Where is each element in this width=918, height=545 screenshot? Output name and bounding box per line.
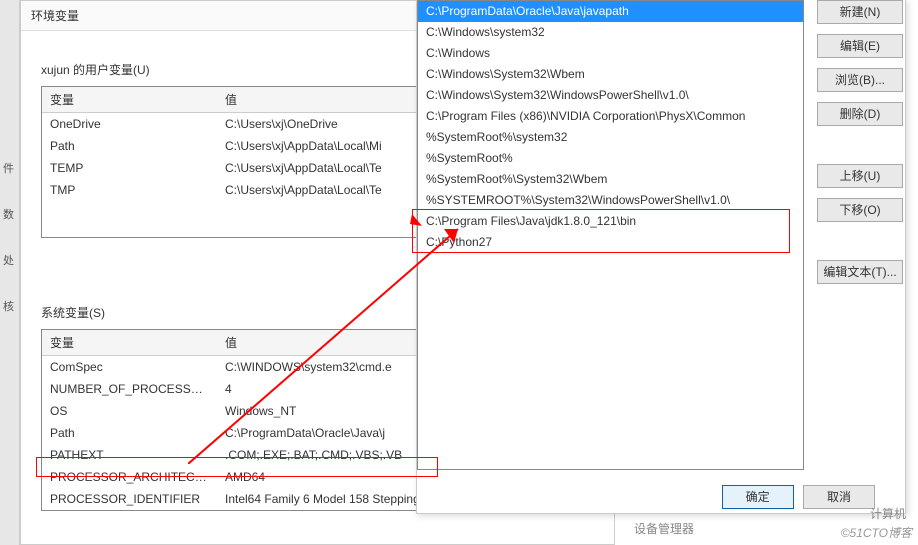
path-list-item[interactable]: C:\Python27 — [418, 232, 803, 253]
path-list-item[interactable]: %SYSTEMROOT%\System32\WindowsPowerShell\… — [418, 190, 803, 211]
path-list-item[interactable]: C:\Windows — [418, 43, 803, 64]
cell-var: PATHEXT — [42, 444, 217, 466]
path-list-item[interactable]: C:\Windows\system32 — [418, 22, 803, 43]
path-list-item[interactable]: C:\ProgramData\Oracle\Java\javapath — [418, 1, 803, 22]
new-button[interactable]: 新建(N) — [817, 0, 903, 24]
cell-var: Path — [42, 422, 217, 444]
col-var[interactable]: 变量 — [42, 330, 217, 356]
path-list-item[interactable]: %SystemRoot%\System32\Wbem — [418, 169, 803, 190]
cell-var: ComSpec — [42, 356, 217, 379]
col-var[interactable]: 变量 — [42, 87, 217, 113]
edit-text-button[interactable]: 编辑文本(T)... — [817, 260, 903, 284]
path-list-item[interactable]: %SystemRoot%\system32 — [418, 127, 803, 148]
path-list-item[interactable]: C:\Program Files (x86)\NVIDIA Corporatio… — [418, 106, 803, 127]
cell-var: OneDrive — [42, 113, 217, 136]
cell-var: PROCESSOR_ARCHITECTU... — [42, 466, 217, 488]
path-list[interactable]: C:\ProgramData\Oracle\Java\javapathC:\Wi… — [417, 0, 804, 470]
path-editor-popup: C:\ProgramData\Oracle\Java\javapathC:\Wi… — [416, 0, 906, 514]
watermark: ©51CTO博客 — [841, 524, 912, 541]
path-list-item[interactable]: C:\Windows\System32\Wbem — [418, 64, 803, 85]
cell-var: Path — [42, 135, 217, 157]
left-strip: 件 数 处 核 — [0, 0, 20, 545]
cell-var: PROCESSOR_IDENTIFIER — [42, 488, 217, 510]
delete-button[interactable]: 删除(D) — [817, 102, 903, 126]
cell-var: NUMBER_OF_PROCESSORS — [42, 378, 217, 400]
browse-button[interactable]: 浏览(B)... — [817, 68, 903, 92]
path-list-item[interactable]: %SystemRoot% — [418, 148, 803, 169]
path-list-item[interactable]: C:\Program Files\Java\jdk1.8.0_121\bin — [418, 211, 803, 232]
path-list-item[interactable]: C:\Windows\System32\WindowsPowerShell\v1… — [418, 85, 803, 106]
compute-label: 计算机 — [870, 505, 906, 522]
edit-button[interactable]: 编辑(E) — [817, 34, 903, 58]
cell-var: OS — [42, 400, 217, 422]
move-down-button[interactable]: 下移(O) — [817, 198, 903, 222]
cell-var: TMP — [42, 179, 217, 201]
devmgr-label: 设备管理器 — [634, 520, 694, 537]
ok-button[interactable]: 确定 — [722, 485, 794, 509]
move-up-button[interactable]: 上移(U) — [817, 164, 903, 188]
cell-var: TEMP — [42, 157, 217, 179]
cancel-button[interactable]: 取消 — [803, 485, 875, 509]
